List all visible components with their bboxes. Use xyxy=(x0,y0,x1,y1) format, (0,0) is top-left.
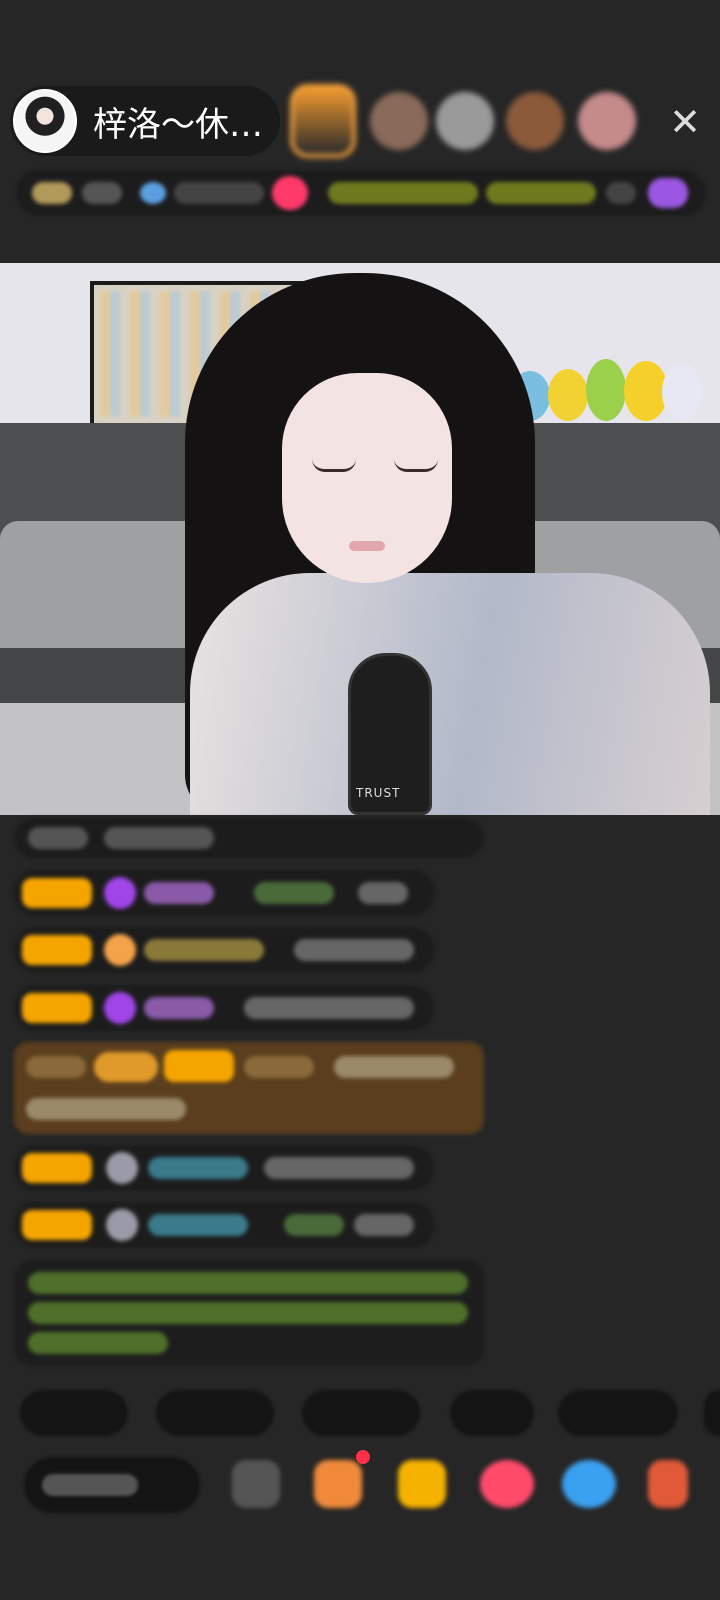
top-viewer-avatar-2[interactable] xyxy=(370,92,428,150)
chat-message[interactable] xyxy=(14,1202,434,1248)
follow-icon[interactable] xyxy=(272,176,308,210)
top-viewer-avatar-4[interactable] xyxy=(506,92,564,150)
quick-reply-chip[interactable] xyxy=(302,1390,420,1436)
top-viewer-avatar-5[interactable] xyxy=(578,92,636,150)
mic-brand: TRUST xyxy=(356,786,401,800)
plush-toy xyxy=(662,363,702,421)
diamond-icon xyxy=(104,877,136,909)
fan-badge xyxy=(22,878,92,908)
gift-box-icon[interactable] xyxy=(314,1460,362,1508)
user-avatar xyxy=(106,1152,138,1184)
more-icon[interactable] xyxy=(648,1460,688,1508)
quick-reply-chip[interactable] xyxy=(450,1390,534,1436)
chat-message[interactable] xyxy=(14,985,434,1031)
plush-toy xyxy=(548,369,588,421)
notification-dot xyxy=(356,1450,370,1464)
quick-reply-chip[interactable] xyxy=(20,1390,128,1436)
quick-reply-chip[interactable] xyxy=(704,1390,720,1436)
fan-badge xyxy=(22,1210,92,1240)
treasure-icon[interactable] xyxy=(398,1460,446,1508)
room-info-row[interactable] xyxy=(16,170,706,216)
emoji-icon[interactable] xyxy=(232,1460,280,1508)
medal-icon xyxy=(104,934,136,966)
plush-toy xyxy=(586,359,626,421)
chat-message[interactable] xyxy=(14,818,484,858)
fans-text xyxy=(174,182,264,204)
quick-reply-chip[interactable] xyxy=(558,1390,678,1436)
host-name[interactable]: 梓洛～休… xyxy=(93,97,263,146)
top-viewer-avatar-3[interactable] xyxy=(436,92,494,150)
tag-chip-2[interactable] xyxy=(486,182,596,204)
fan-badge xyxy=(22,935,92,965)
heart-icon[interactable] xyxy=(480,1460,534,1508)
user-avatar xyxy=(106,1209,138,1241)
chat-message[interactable] xyxy=(14,870,434,916)
fan-badge xyxy=(22,993,92,1023)
top-viewer-avatar-1[interactable] xyxy=(290,84,356,158)
activity-icon[interactable] xyxy=(648,178,688,208)
chat-message[interactable] xyxy=(14,1145,434,1191)
rank-text xyxy=(82,182,122,204)
host-info-pill[interactable]: 梓洛～休… xyxy=(10,86,280,156)
chat-input[interactable] xyxy=(24,1457,200,1513)
system-notice xyxy=(14,1260,484,1366)
diamond-icon xyxy=(104,992,136,1024)
chat-message-highlighted[interactable] xyxy=(14,1042,484,1134)
tag-chip-1[interactable] xyxy=(328,182,478,204)
chat-message[interactable] xyxy=(14,927,434,973)
fan-badge xyxy=(22,1153,92,1183)
fans-icon xyxy=(140,182,166,204)
quick-reply-chip[interactable] xyxy=(156,1390,274,1436)
game-icon[interactable] xyxy=(562,1460,616,1508)
level-badge xyxy=(32,182,72,204)
close-icon[interactable]: ✕ xyxy=(663,100,707,144)
live-video[interactable]: TRUST xyxy=(0,263,720,815)
tag-chip-3[interactable] xyxy=(606,182,636,204)
host-avatar[interactable] xyxy=(13,89,77,153)
